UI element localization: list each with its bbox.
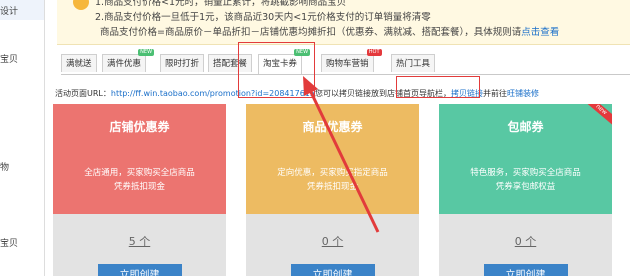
- tab-manjian[interactable]: 满件优惠 NEW: [102, 49, 155, 72]
- card-title: 包邮券: [507, 120, 544, 134]
- card-description: 特色服务，买家购买全店商品 凭券享包邮权益: [470, 168, 581, 192]
- card-header: 店铺优惠券 全店通用，买家购买全店商品 凭券抵扣现金: [53, 104, 226, 214]
- tab-cart-marketing[interactable]: 购物车营销 HOT: [321, 49, 382, 72]
- card-header: 商品优惠券 定向优惠，买家购买指定商品 凭券抵扣现金: [246, 104, 419, 214]
- create-product-coupon-button[interactable]: 立即创建: [290, 264, 375, 276]
- create-shop-coupon-button[interactable]: 立即创建: [97, 264, 182, 276]
- url-hint-mid: 并前往: [482, 89, 507, 98]
- promotion-tabs: 满就送 满件优惠 NEW 限时打折 搭配套餐 淘宝卡券 NEW 购物车营销 HOT 热…: [61, 49, 630, 75]
- card-description: 全店通用，买家购买全店商品 凭券抵扣现金: [84, 168, 195, 192]
- card-header: 包邮券 特色服务，买家购买全店商品 凭券享包邮权益 new: [439, 104, 612, 214]
- notice-line: 2.商品支付价格一旦低于1元，该商品近30天内<1元价格支付的订单销量将清零: [95, 12, 431, 23]
- tab-hot-tools[interactable]: 热门工具: [391, 54, 436, 72]
- url-label: 活动页面URL：: [55, 89, 111, 98]
- lightbulb-icon: [73, 0, 89, 10]
- notice-panel: 1.商品支付价格<1元时，销量止累计，将跳截影响商品宝贝 2.商品支付价格一旦低…: [57, 0, 630, 45]
- card-title: 店铺优惠券: [109, 120, 170, 134]
- main-content: 1.商品支付价格<1元时，销量止累计，将跳截影响商品宝贝 2.商品支付价格一旦低…: [45, 0, 630, 276]
- card-shop-coupon: 店铺优惠券 全店通用，买家购买全店商品 凭券抵扣现金 5 个 立即创建: [53, 104, 226, 276]
- card-description: 定向优惠，买家购买指定商品 凭券抵扣现金: [277, 168, 388, 192]
- coupon-count[interactable]: 5 个: [53, 233, 226, 249]
- new-badge: NEW: [138, 49, 155, 56]
- left-nav-item[interactable]: 设计: [0, 4, 18, 17]
- left-nav-item[interactable]: 物: [0, 160, 9, 173]
- coupon-count[interactable]: 0 个: [246, 233, 419, 249]
- left-nav-item[interactable]: 宝贝: [0, 236, 18, 249]
- notice-line: 1.商品支付价格<1元时，销量止累计，将跳截影响商品宝贝: [95, 0, 347, 8]
- view-rules-link[interactable]: 点击查看: [521, 27, 559, 38]
- card-shipping-coupon: 包邮券 特色服务，买家购买全店商品 凭券享包邮权益 new 0 个 立即创建: [439, 104, 612, 276]
- notice-line: 商品支付价格=商品原价－单品折扣－店铺优惠均摊折扣（优惠券、满就减、搭配套餐），…: [100, 27, 560, 38]
- shop-decoration-link[interactable]: 旺铺装修: [507, 89, 539, 98]
- left-nav: 设计 宝贝 物 宝贝: [0, 0, 45, 276]
- highlight-box: [396, 76, 480, 98]
- highlight-box: [238, 42, 315, 98]
- tab-manjiusong[interactable]: 满就送: [61, 54, 97, 72]
- tab-xianshi[interactable]: 限时打折: [160, 54, 205, 72]
- coupon-count[interactable]: 0 个: [439, 233, 612, 249]
- card-title: 商品优惠券: [302, 120, 363, 134]
- create-shipping-coupon-button[interactable]: 立即创建: [483, 264, 568, 276]
- card-product-coupon: 商品优惠券 定向优惠，买家购买指定商品 凭券抵扣现金 0 个 立即创建: [246, 104, 419, 276]
- left-nav-item[interactable]: 宝贝: [0, 52, 18, 65]
- hot-badge: HOT: [366, 49, 382, 56]
